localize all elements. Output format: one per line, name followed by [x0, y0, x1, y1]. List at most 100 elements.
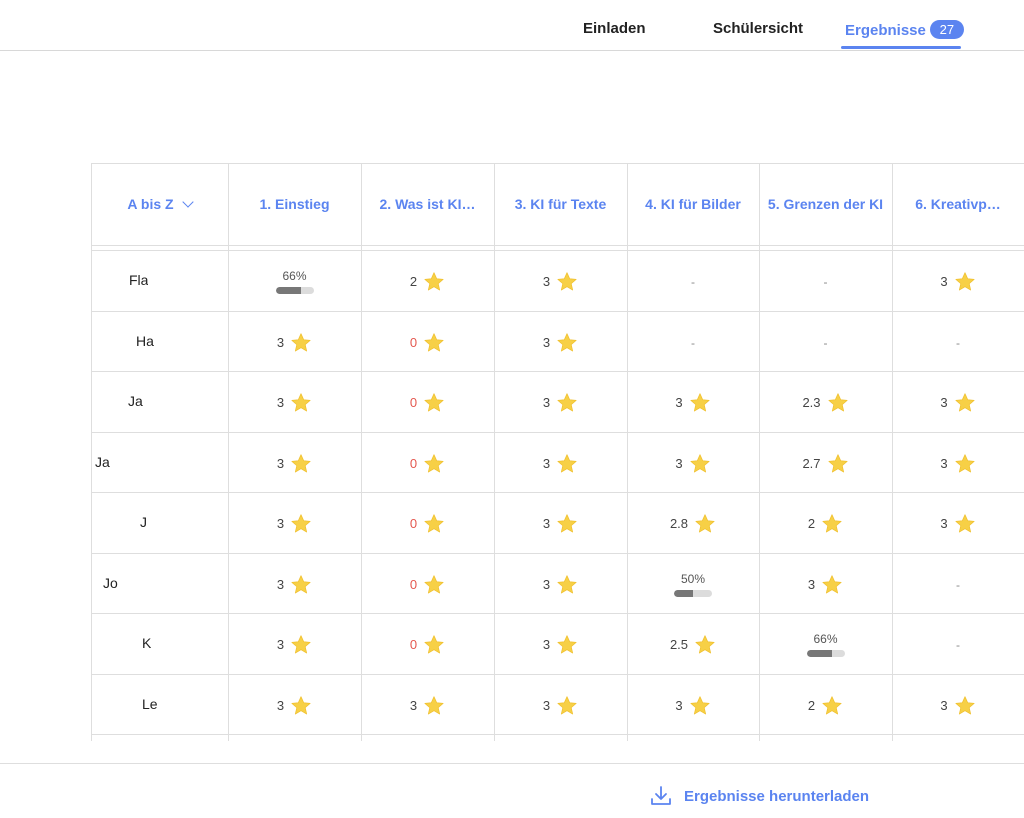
- table-cell[interactable]: 2: [759, 675, 892, 736]
- table-cell[interactable]: 2.8: [627, 493, 759, 554]
- table-cell[interactable]: 3: [228, 372, 361, 433]
- column-header[interactable]: 4. KI für Bilder: [627, 163, 759, 245]
- table-cell[interactable]: 3: [494, 493, 627, 554]
- table-cell[interactable]: 3: [494, 251, 627, 312]
- star-icon: [822, 695, 842, 714]
- table-cell[interactable]: 0: [361, 312, 494, 373]
- column-header[interactable]: 5. Grenzen der KI: [759, 163, 892, 245]
- star-icon: [557, 271, 577, 290]
- score-value: 0: [409, 577, 418, 592]
- table-cell[interactable]: -: [759, 312, 892, 373]
- table-cell[interactable]: 3: [627, 675, 759, 736]
- score-value: 3: [807, 577, 816, 592]
- column-header[interactable]: 3. KI für Texte: [494, 163, 627, 245]
- student-name[interactable]: Ha: [136, 333, 154, 349]
- tab-student-view-label: Schülersicht: [713, 20, 804, 37]
- table-cell[interactable]: 0: [361, 372, 494, 433]
- table-cell[interactable]: 3: [494, 433, 627, 494]
- download-results-button[interactable]: Ergebnisse herunterladen: [650, 785, 869, 807]
- table-cell[interactable]: 3: [892, 372, 1024, 433]
- progress-bar: [275, 287, 314, 294]
- student-name[interactable]: K: [142, 635, 151, 651]
- table-cell[interactable]: 3: [228, 433, 361, 494]
- table-cell[interactable]: 0: [361, 614, 494, 675]
- table-cell[interactable]: -: [627, 312, 759, 373]
- table-cell[interactable]: 2: [759, 493, 892, 554]
- star-icon: [291, 634, 311, 653]
- score-value: 3: [940, 698, 948, 713]
- table-cell[interactable]: 3: [494, 554, 627, 615]
- table-cell[interactable]: 2.3: [759, 372, 892, 433]
- table-cell[interactable]: 3: [494, 614, 627, 675]
- table-cell[interactable]: 3: [494, 675, 627, 736]
- score-value: 2: [409, 274, 418, 289]
- column-header[interactable]: 2. Was ist KI…: [361, 163, 494, 245]
- column-header[interactable]: 6. Kreativp…: [892, 163, 1024, 245]
- active-tab-indicator: [841, 46, 961, 49]
- table-cell[interactable]: -: [759, 251, 892, 312]
- table-cell[interactable]: 0: [361, 493, 494, 554]
- table-cell[interactable]: 2: [361, 251, 494, 312]
- table-cell[interactable]: -: [892, 554, 1024, 615]
- star-icon: [822, 513, 842, 532]
- column-header[interactable]: 1. Einstieg: [228, 163, 361, 245]
- table-cell[interactable]: 3: [627, 433, 759, 494]
- column-header-label: 6. Kreativp…: [915, 196, 1001, 212]
- table-cell[interactable]: 3: [361, 675, 494, 736]
- table-cell[interactable]: 3: [627, 372, 759, 433]
- table-cell[interactable]: -: [892, 312, 1024, 373]
- student-name[interactable]: Le: [142, 696, 158, 712]
- table-cell[interactable]: 3: [228, 614, 361, 675]
- star-icon: [291, 453, 311, 472]
- student-name[interactable]: Ja: [128, 393, 143, 409]
- table-cell[interactable]: 2.7: [759, 433, 892, 494]
- table-cell[interactable]: 3: [892, 433, 1024, 494]
- table-cell[interactable]: 0: [361, 433, 494, 494]
- star-icon: [424, 634, 444, 653]
- table-cell[interactable]: -: [892, 614, 1024, 675]
- progress-label: 50%: [680, 572, 706, 586]
- star-icon: [557, 453, 577, 472]
- score-value: 0: [409, 456, 418, 471]
- no-result: -: [691, 335, 695, 350]
- score-value: 3: [276, 637, 285, 652]
- score-value: 3: [542, 274, 551, 289]
- table-cell[interactable]: 3: [494, 372, 627, 433]
- table-cell[interactable]: 3: [228, 554, 361, 615]
- score-value: 0: [409, 516, 418, 531]
- star-icon: [424, 574, 444, 593]
- sort-dropdown[interactable]: A bis Z: [91, 163, 228, 245]
- table-cell[interactable]: 3: [759, 554, 892, 615]
- table-cell[interactable]: 50%: [627, 554, 759, 615]
- student-name[interactable]: Ja: [95, 454, 110, 470]
- score-value: 3: [542, 335, 551, 350]
- table-cell[interactable]: 3: [494, 312, 627, 373]
- table-cell[interactable]: 66%: [228, 251, 361, 312]
- table-cell[interactable]: 3: [892, 675, 1024, 736]
- star-icon: [690, 695, 710, 714]
- student-name[interactable]: J: [140, 514, 147, 530]
- table-cell[interactable]: 2.5: [627, 614, 759, 675]
- progress-indicator: 66%: [275, 269, 314, 294]
- star-icon: [955, 392, 975, 411]
- star-icon: [424, 513, 444, 532]
- table-cell[interactable]: -: [627, 251, 759, 312]
- student-name[interactable]: Fla: [129, 272, 148, 288]
- star-icon: [291, 513, 311, 532]
- table-cell[interactable]: 66%: [759, 614, 892, 675]
- star-icon: [424, 332, 444, 351]
- tab-results[interactable]: Ergebnisse 27: [845, 20, 964, 40]
- star-icon: [695, 513, 715, 532]
- table-cell[interactable]: 3: [892, 493, 1024, 554]
- student-name[interactable]: Jo: [103, 575, 118, 591]
- score-value: 3: [940, 274, 948, 289]
- score-value: 3: [675, 456, 683, 471]
- table-cell[interactable]: 0: [361, 554, 494, 615]
- tab-invite[interactable]: Einladen: [583, 20, 646, 40]
- table-cell[interactable]: 3: [228, 675, 361, 736]
- table-cell[interactable]: 3: [892, 251, 1024, 312]
- tab-student-view[interactable]: Schülersicht: [713, 20, 803, 40]
- table-cell[interactable]: 3: [228, 493, 361, 554]
- score-value: 3: [276, 456, 285, 471]
- table-cell[interactable]: 3: [228, 312, 361, 373]
